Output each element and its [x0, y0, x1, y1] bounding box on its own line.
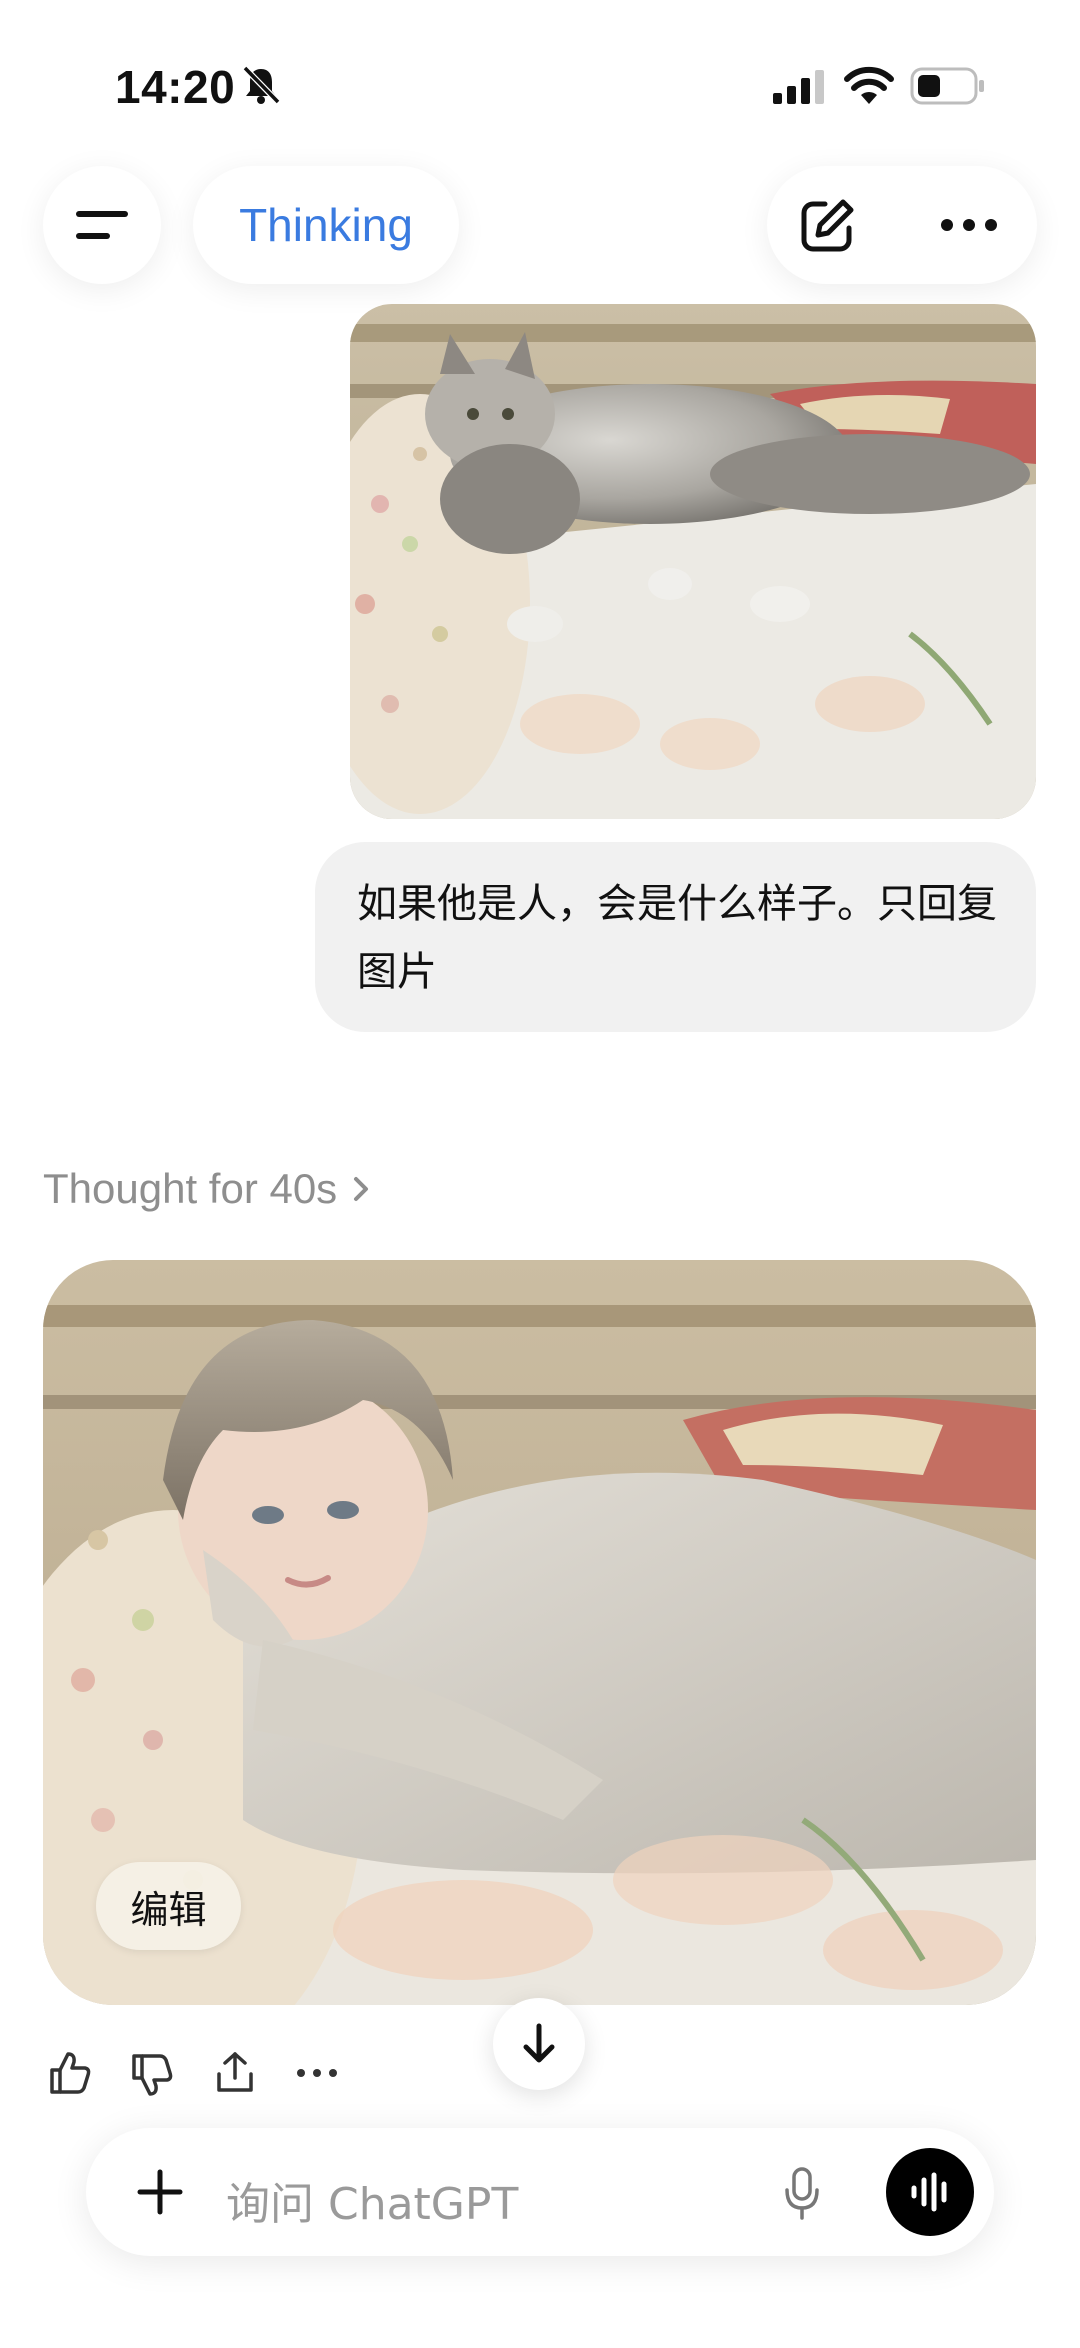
voice-mode-button[interactable]	[886, 2148, 974, 2236]
microphone-icon[interactable]	[782, 2166, 822, 2222]
ellipsis-icon[interactable]	[939, 214, 999, 236]
share-icon[interactable]	[213, 2050, 257, 2096]
status-time: 14:20	[115, 61, 236, 113]
edit-icon[interactable]	[797, 196, 857, 256]
edit-image-button[interactable]: 编辑	[96, 1862, 241, 1950]
chevron-right-icon	[354, 1177, 369, 1201]
arrow-down-icon	[523, 2023, 555, 2063]
plus-icon[interactable]	[136, 2168, 184, 2216]
thought-toggle[interactable]: Thought for 40s	[43, 1165, 371, 1213]
voice-mode-icon	[911, 2172, 947, 2212]
model-selector-button[interactable]: Thinking	[193, 166, 459, 284]
thumbs-down-icon[interactable]	[130, 2052, 174, 2098]
more-icon[interactable]	[295, 2066, 339, 2080]
model-label: Thinking	[239, 199, 413, 251]
wifi-icon	[844, 66, 894, 104]
scroll-to-bottom-button[interactable]	[493, 1998, 585, 2090]
user-message-bubble[interactable]: 如果他是人，会是什么样子。只回复图片	[315, 842, 1036, 1032]
cellular-signal-icon	[773, 70, 824, 104]
thumbs-up-icon[interactable]	[48, 2050, 92, 2096]
status-bar: 14:20	[0, 0, 1080, 160]
thought-label: Thought for 40s	[43, 1165, 338, 1212]
uploaded-cat-image[interactable]	[350, 304, 1036, 819]
message-input[interactable]: 询问 ChatGPT	[226, 2168, 518, 2232]
user-message-text: 如果他是人，会是什么样子。只回复图片	[357, 881, 997, 995]
menu-icon	[76, 211, 128, 239]
top-actions	[767, 166, 1037, 284]
composer: 询问 ChatGPT	[86, 2128, 994, 2256]
menu-button[interactable]	[43, 166, 161, 284]
battery-icon	[910, 67, 984, 105]
bell-slash-icon	[242, 65, 281, 105]
edit-label: 编辑	[130, 1887, 207, 1932]
